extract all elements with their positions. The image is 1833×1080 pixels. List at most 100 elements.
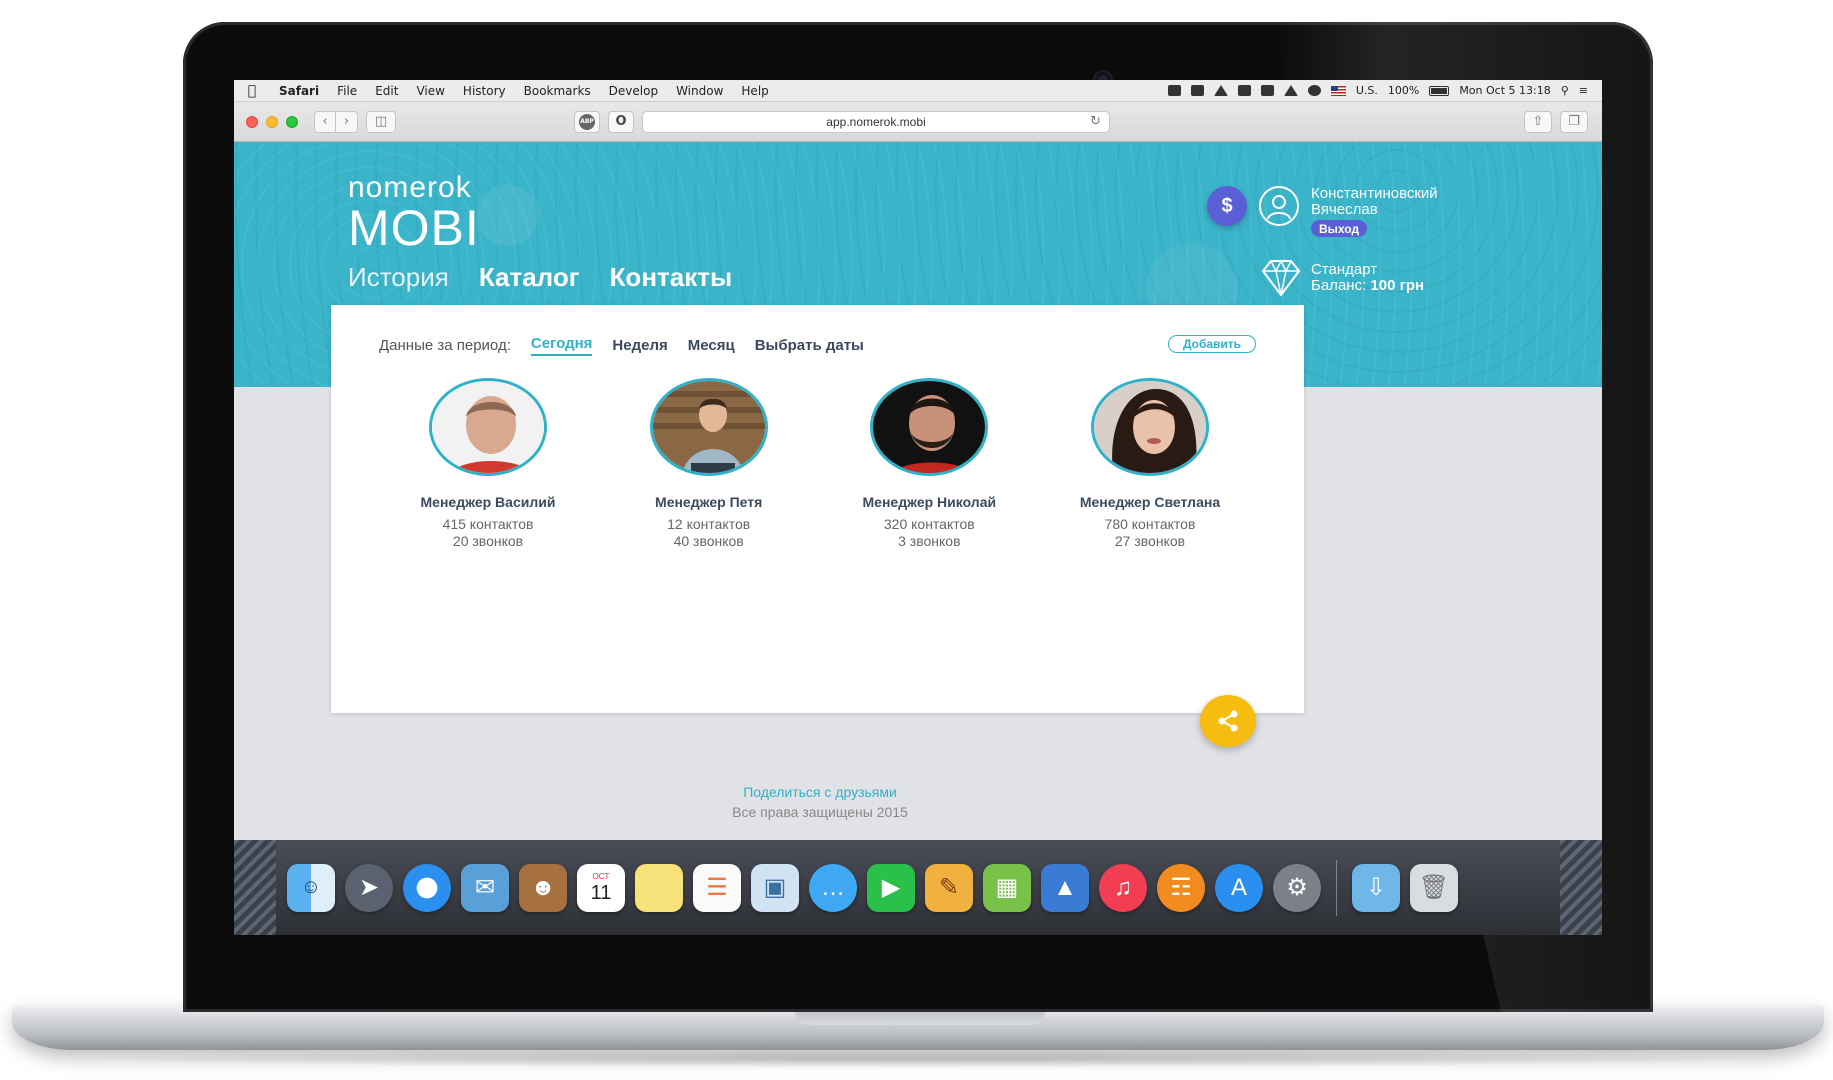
balance-line: Баланс: 100 грн [1311,278,1424,294]
manager-name: Менеджер Николай [862,494,997,510]
app-store-icon[interactable]: A [1215,863,1263,912]
logout-button[interactable]: Выход [1311,220,1368,237]
menu-app-name[interactable]: Safari [270,84,328,98]
manager-calls: 20 звонков [452,533,524,549]
share-with-friends-link[interactable]: Поделиться с друзьями [234,784,1406,800]
zoom-window-button[interactable] [286,115,298,128]
address-bar[interactable]: app.nomerok.mobi ↻ [642,110,1110,133]
flag-icon[interactable] [1330,85,1346,96]
notification-icon[interactable] [1213,85,1228,96]
camera-tray-icon[interactable] [1190,85,1204,96]
manager-card[interactable]: Менеджер Петя 12 контактов 40 звонков [600,378,818,550]
add-button[interactable]: Добавить [1168,335,1256,353]
calendar-day: 11 [590,881,612,904]
ibooks-icon[interactable]: ☶ [1157,863,1205,912]
trash-icon[interactable]: 🗑 [1410,863,1458,912]
contacts-icon[interactable]: ☻ [519,863,567,912]
spotlight-icon[interactable]: ⚲ [1561,84,1569,97]
close-window-button[interactable] [246,115,258,128]
menu-file[interactable]: File [328,84,366,98]
apple-icon[interactable]:  [234,83,270,99]
site-logo[interactable]: nomerok MOBI [348,172,480,256]
preview-icon[interactable]: ▣ [751,863,799,912]
calendar-icon[interactable]: OCT 11 [577,863,625,912]
sidebar-icon: ◫ [374,114,388,129]
url-text: app.nomerok.mobi [826,114,926,129]
manager-photo [649,378,768,476]
manager-contacts: 12 контактов [667,516,751,532]
list-icon[interactable]: ≡ [1579,84,1588,97]
menu-window[interactable]: Window [667,84,732,98]
itunes-icon[interactable]: ♫ [1099,863,1147,912]
adblock-button[interactable]: ABP [574,110,600,133]
manager-photo [1090,378,1209,476]
battery-icon[interactable] [1429,85,1450,96]
input-source[interactable]: U.S. [1356,84,1378,97]
menu-history[interactable]: History [454,84,515,98]
menu-view[interactable]: View [407,84,453,98]
share-page-button[interactable]: ⇧ [1524,110,1552,133]
manager-calls: 27 звонков [1114,533,1186,549]
numbers-icon[interactable]: ▦ [983,863,1031,912]
manager-contacts: 780 контактов [1104,516,1196,532]
menu-bookmarks[interactable]: Bookmarks [515,84,600,98]
managers-list: Менеджер Василий 415 контактов 20 звонко… [379,378,1259,550]
wifi-icon[interactable] [1307,85,1321,96]
tab-month[interactable]: Месяц [688,337,735,354]
timemachine-icon[interactable] [1260,85,1274,96]
chevron-left-icon: ‹ [322,114,328,129]
pages-icon[interactable]: ✎ [925,863,973,912]
adblock-icon: ABP [579,113,595,130]
menu-edit[interactable]: Edit [366,84,407,98]
balance-button[interactable]: $ [1207,186,1247,226]
manager-portrait [1093,381,1206,473]
launchpad-icon[interactable]: ➤ [345,863,393,912]
nav-contacts[interactable]: Контакты [610,262,733,293]
copyright: Все права защищены 2015 [732,804,908,820]
keynote-icon[interactable]: ▲ [1041,863,1089,912]
share-icon [1218,710,1238,732]
mail-icon[interactable]: ✉ [461,863,509,912]
window-controls [234,115,306,128]
manager-card[interactable]: Менеджер Светлана 780 контактов 27 звонк… [1041,378,1259,550]
dropbox-icon[interactable] [1167,85,1181,96]
volume-icon[interactable] [1283,85,1298,96]
menu-help[interactable]: Help [732,84,777,98]
messages-icon[interactable]: … [809,863,857,912]
balance-label: Баланс: [1311,277,1367,294]
sidebar-button[interactable]: ◫ [366,110,396,133]
menu-develop[interactable]: Develop [600,84,667,98]
logo-bottom: MOBI [348,200,480,256]
notes-icon[interactable] [635,863,683,912]
battery-percent[interactable]: 100% [1388,84,1419,97]
system-preferences-icon[interactable]: ⚙ [1273,863,1321,912]
reload-icon[interactable]: ↻ [1090,114,1101,129]
clock[interactable]: Mon Oct 5 13:18 [1459,84,1550,97]
safari-icon[interactable] [403,863,451,912]
manager-card[interactable]: Менеджер Николай 320 контактов 3 звонков [820,378,1038,550]
tabs-overview-button[interactable]: ❐ [1560,110,1588,133]
tab-choose-dates[interactable]: Выбрать даты [755,337,864,354]
nav-catalog[interactable]: Каталог [479,262,580,293]
user-surname: Константиновский [1311,185,1438,202]
forward-button[interactable]: › [336,110,358,133]
nav-history[interactable]: История [348,262,449,293]
status-tray: U.S. 100% Mon Oct 5 13:18 ⚲ ≡ [1167,84,1602,97]
opera-extension-button[interactable]: O [608,110,634,133]
reminders-icon[interactable]: ☰ [693,863,741,912]
minimize-window-button[interactable] [266,115,278,128]
manager-name: Менеджер Василий [420,494,556,510]
back-button[interactable]: ‹ [314,110,336,133]
manager-card[interactable]: Менеджер Василий 415 контактов 20 звонко… [379,378,597,550]
share-button[interactable] [1200,695,1256,747]
wallpaper-left [234,840,276,935]
balance-value: 100 грн [1370,277,1425,294]
facetime-icon[interactable]: ▶ [867,863,915,912]
manager-name: Менеджер Петя [655,494,763,510]
user-avatar[interactable] [1259,186,1299,226]
display-icon[interactable] [1237,85,1251,96]
finder-icon[interactable]: ☺ [287,863,335,912]
tab-week[interactable]: Неделя [612,337,667,354]
tab-today[interactable]: Сегодня [530,335,593,356]
downloads-folder-icon[interactable]: ⇩ [1352,863,1400,912]
